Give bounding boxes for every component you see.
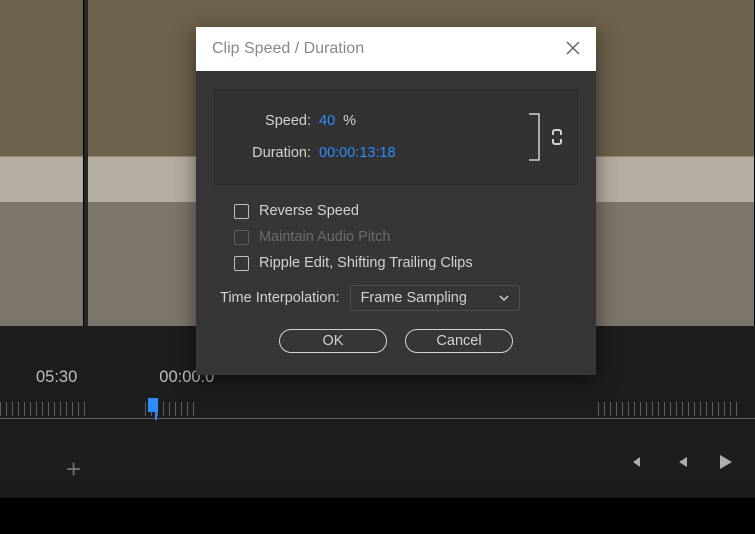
- time-interpolation-dropdown[interactable]: Frame Sampling: [350, 285, 520, 311]
- cancel-button[interactable]: Cancel: [405, 329, 513, 353]
- dialog-title: Clip Speed / Duration: [212, 40, 364, 58]
- speed-field: Speed: 40 %: [229, 113, 396, 129]
- speed-label: Speed:: [229, 113, 311, 129]
- dialog-titlebar[interactable]: Clip Speed / Duration: [196, 27, 596, 71]
- time-interpolation-label: Time Interpolation:: [220, 290, 340, 306]
- time-ruler[interactable]: [0, 398, 755, 428]
- add-track-button[interactable]: +: [66, 454, 81, 485]
- chevron-down-icon: [499, 293, 509, 303]
- speed-value[interactable]: 40: [319, 113, 335, 129]
- link-speed-duration-toggle[interactable]: [527, 108, 563, 166]
- duration-value[interactable]: 00:00:13:18: [319, 145, 396, 161]
- checkbox-icon: [234, 256, 249, 271]
- go-to-in-icon[interactable]: [627, 452, 647, 472]
- bottom-strip: [0, 498, 755, 534]
- close-icon[interactable]: [566, 39, 580, 60]
- transport-controls: [627, 452, 735, 472]
- speed-unit: %: [343, 113, 356, 129]
- playhead-icon[interactable]: [148, 398, 160, 422]
- step-back-icon[interactable]: [671, 452, 691, 472]
- duration-label: Duration:: [229, 145, 311, 161]
- reverse-speed-checkbox[interactable]: Reverse Speed: [234, 203, 578, 219]
- maintain-audio-pitch-label: Maintain Audio Pitch: [259, 229, 390, 245]
- timecode-label: 05:30: [36, 368, 77, 390]
- maintain-audio-pitch-checkbox: Maintain Audio Pitch: [234, 229, 578, 245]
- time-interpolation-value: Frame Sampling: [361, 290, 467, 306]
- speed-duration-group: Speed: 40 % Duration: 00:00:13:18: [214, 89, 578, 185]
- checkbox-icon: [234, 230, 249, 245]
- play-icon[interactable]: [715, 452, 735, 472]
- ripple-edit-checkbox[interactable]: Ripple Edit, Shifting Trailing Clips: [234, 255, 578, 271]
- reverse-speed-label: Reverse Speed: [259, 203, 359, 219]
- checkbox-icon: [234, 204, 249, 219]
- link-icon: [551, 128, 563, 146]
- duration-field: Duration: 00:00:13:18: [229, 145, 396, 161]
- ripple-edit-label: Ripple Edit, Shifting Trailing Clips: [259, 255, 473, 271]
- clip-thumbnail[interactable]: [0, 0, 84, 326]
- ok-button[interactable]: OK: [279, 329, 387, 353]
- clip-speed-dialog: Clip Speed / Duration Speed: 40 % Durati…: [196, 27, 596, 375]
